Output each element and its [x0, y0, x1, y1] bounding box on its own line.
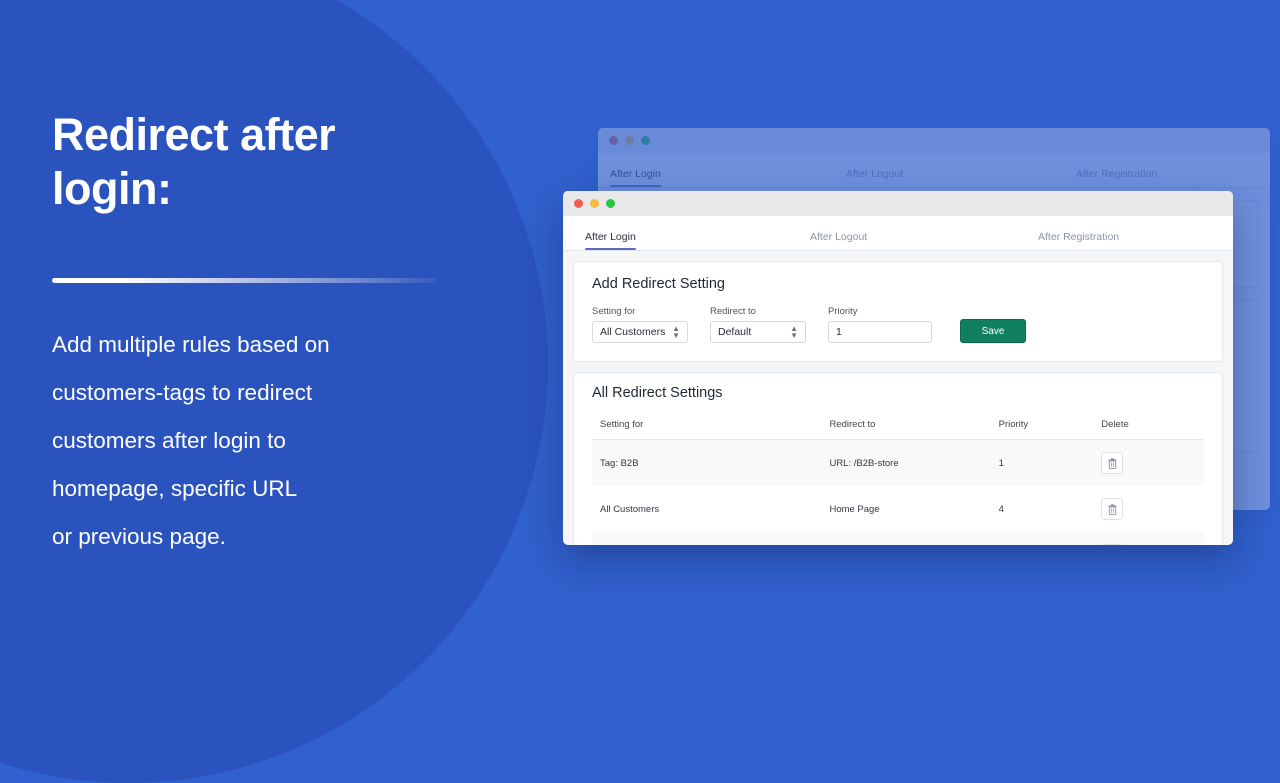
redirect-settings-table: Setting for Redirect to Priority Delete …: [592, 415, 1204, 545]
minimize-dot-icon[interactable]: [625, 136, 634, 145]
priority-label: Priority: [828, 306, 858, 317]
maximize-dot-icon[interactable]: [606, 199, 615, 208]
cell-priority: 4: [998, 503, 1004, 515]
tab-after-logout[interactable]: After Logout: [810, 231, 867, 250]
setting-for-label: Setting for: [592, 306, 636, 317]
delete-row-button[interactable]: [1101, 498, 1124, 520]
column-header-priority: Priority: [998, 415, 1102, 440]
table-header-row: Setting for Redirect to Priority Delete: [592, 415, 1204, 440]
cell-setting-for: Tag: VVIP customer: [592, 532, 830, 545]
cell-delete: [1101, 486, 1204, 532]
setting-for-field-group: Setting for All Customers ▲ ▼: [592, 306, 688, 343]
table-row: All Customers Home Page 4: [592, 486, 1204, 532]
cell-setting-for: Tag: B2B: [592, 439, 830, 486]
delete-row-button[interactable]: [1101, 544, 1124, 545]
cell-redirect-to: URL: /B2B-store: [829, 439, 999, 486]
all-redirect-settings-title: All Redirect Settings: [592, 385, 723, 401]
priority-field-group: Priority 1: [828, 306, 932, 343]
priority-value: 1: [836, 326, 842, 338]
promo-title: Redirect after login:: [52, 109, 336, 214]
close-dot-icon[interactable]: [574, 199, 583, 208]
cell-redirect-to: Home Page: [829, 503, 880, 515]
trash-icon: [1108, 457, 1117, 469]
cell-delete: [1101, 439, 1204, 486]
table-row: Tag: VVIP customer URL: /saleoffer 2: [592, 532, 1204, 545]
window-titlebar-back: [598, 128, 1270, 153]
redirect-to-value: Default: [718, 326, 752, 338]
tabbar-back: After Login After Logout After Registrat…: [598, 153, 1270, 188]
setting-for-select[interactable]: All Customers ▲ ▼: [592, 321, 688, 343]
cell-setting-for: All Customers: [600, 503, 660, 515]
redirect-to-select[interactable]: Default ▲ ▼: [710, 321, 806, 343]
trash-icon: [1108, 503, 1117, 515]
tab-after-registration-back[interactable]: After Registration: [1076, 168, 1157, 187]
close-dot-icon[interactable]: [609, 136, 618, 145]
table-row: Tag: B2B URL: /B2B-store 1: [592, 439, 1204, 486]
promo-divider: [52, 278, 437, 283]
chevron-updown-icon: ▲ ▼: [790, 324, 798, 340]
delete-row-button[interactable]: [1101, 452, 1124, 474]
promo-panel: Redirect after login: Add multiple rules…: [52, 108, 482, 584]
redirect-to-label: Redirect to: [710, 306, 756, 317]
cell-redirect-to: URL: /saleoffer: [829, 532, 999, 545]
save-button[interactable]: Save: [960, 319, 1026, 343]
setting-for-value: All Customers: [600, 326, 666, 338]
tab-after-registration[interactable]: After Registration: [1038, 231, 1119, 250]
cell-priority: 2: [998, 532, 1102, 545]
tab-after-logout-back[interactable]: After Logout: [846, 168, 903, 187]
promo-description: Add multiple rules based on customers-ta…: [52, 332, 330, 549]
priority-input[interactable]: 1: [828, 321, 932, 343]
tab-after-login-back[interactable]: After Login: [610, 168, 661, 187]
add-redirect-setting-card: Add Redirect Setting Setting for All Cus…: [573, 261, 1223, 362]
tabbar: After Login After Logout After Registrat…: [563, 216, 1233, 251]
column-header-setting-for: Setting for: [592, 415, 830, 440]
chevron-updown-icon: ▲ ▼: [672, 324, 680, 340]
tab-after-login[interactable]: After Login: [585, 231, 636, 250]
maximize-dot-icon[interactable]: [641, 136, 650, 145]
column-header-delete: Delete: [1101, 415, 1204, 440]
cell-delete: [1101, 532, 1204, 545]
column-header-redirect-to: Redirect to: [829, 415, 999, 440]
all-redirect-settings-card: All Redirect Settings Setting for Redire…: [573, 372, 1223, 545]
redirect-to-field-group: Redirect to Default ▲ ▼: [710, 306, 806, 343]
add-redirect-setting-form: Setting for All Customers ▲ ▼ Redirect to…: [592, 306, 1204, 343]
window-titlebar: [563, 191, 1233, 216]
add-redirect-setting-title: Add Redirect Setting: [592, 276, 725, 292]
cell-priority: 1: [998, 439, 1102, 486]
app-window: After Login After Logout After Registrat…: [563, 191, 1233, 545]
minimize-dot-icon[interactable]: [590, 199, 599, 208]
